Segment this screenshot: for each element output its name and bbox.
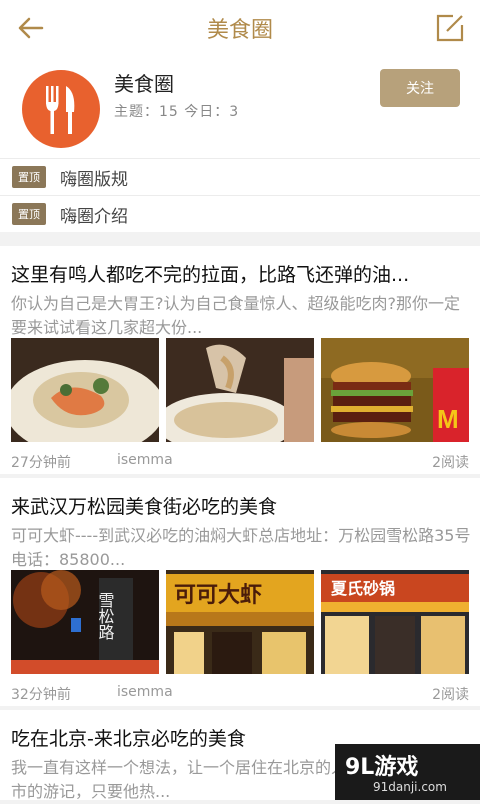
post-thumbnails: 雪松路 可可大虾 夏氏砂锅 [11,570,469,674]
watermark-brand: 9L游戏 [345,755,419,780]
post-title: 这里有鸣人都吃不完的拉面，比路飞还弹的油... [11,264,410,286]
post-image-restaurant[interactable]: 夏氏砂锅 [321,570,469,674]
post-meta: 32分钟前 isemma 2阅读 [11,684,469,704]
pinned-item-rules[interactable]: 置顶 嗨圈版规 [0,158,480,195]
watermark-logo: 9L游戏 91danji.com [335,744,480,800]
compose-button[interactable] [430,8,470,48]
post-thumbnails: M [11,338,469,442]
post-time: 27分钟前 [11,455,71,471]
post-image-street-sign[interactable]: 雪松路 [11,570,159,674]
page-title: 美食圈 [206,18,273,43]
pinned-title: 嗨圈介绍 [60,206,128,227]
post-item[interactable]: 来武汉万松园美食街必吃的美食 可可大虾----到武汉必吃的油焖大虾总店地址：万松… [0,478,480,706]
post-read-count: 2阅读 [432,455,469,471]
circle-stats: 主题：15 今日：3 [114,104,240,120]
back-arrow-icon [18,17,44,39]
post-image-noodles[interactable] [11,338,159,442]
post-author[interactable]: isemma [117,684,173,700]
post-author[interactable]: isemma [117,452,173,468]
post-meta: 27分钟前 isemma 2阅读 [11,452,469,472]
follow-button[interactable]: 关注 [380,69,460,107]
storefront-sign-text: 可可大虾 [174,583,262,608]
circle-logo-fork-knife-icon [22,70,100,148]
pinned-title: 嗨圈版规 [60,169,128,190]
post-image-storefront[interactable]: 可可大虾 [166,570,314,674]
back-button[interactable] [10,8,50,48]
post-item[interactable]: 这里有鸣人都吃不完的拉面，比路飞还弹的油... 你认为自己是大胃王?认为自己食量… [0,246,480,474]
pinned-tag: 置顶 [12,203,46,225]
circle-name: 美食圈 [114,72,174,96]
watermark-url: 91danji.com [373,780,447,794]
post-title: 来武汉万松园美食街必吃的美食 [11,496,278,518]
post-image-ramen[interactable] [166,338,314,442]
post-excerpt: 可可大虾----到武汉必吃的油焖大虾总店地址：万松园雪松路35号电话：85800… [11,526,471,569]
pinned-list: 置顶 嗨圈版规 置顶 嗨圈介绍 [0,158,480,232]
post-time: 32分钟前 [11,687,71,703]
pinned-tag: 置顶 [12,166,46,188]
pinned-item-intro[interactable]: 置顶 嗨圈介绍 [0,195,480,232]
street-sign-text: 雪松路 [96,592,115,640]
restaurant-sign-text: 夏氏砂锅 [330,579,395,598]
top-bar: 美食圈 [0,0,480,56]
post-image-burger[interactable]: M [321,338,469,442]
edit-icon [436,14,464,42]
circle-header: 美食圈 主题：15 今日：3 关注 [0,56,480,158]
post-excerpt: 你认为自己是大胃王?认为自己食量惊人、超级能吃肉?那你一定要来试试看这几家超大份… [11,294,460,337]
post-read-count: 2阅读 [432,687,469,703]
svg-text:M: M [437,404,459,434]
